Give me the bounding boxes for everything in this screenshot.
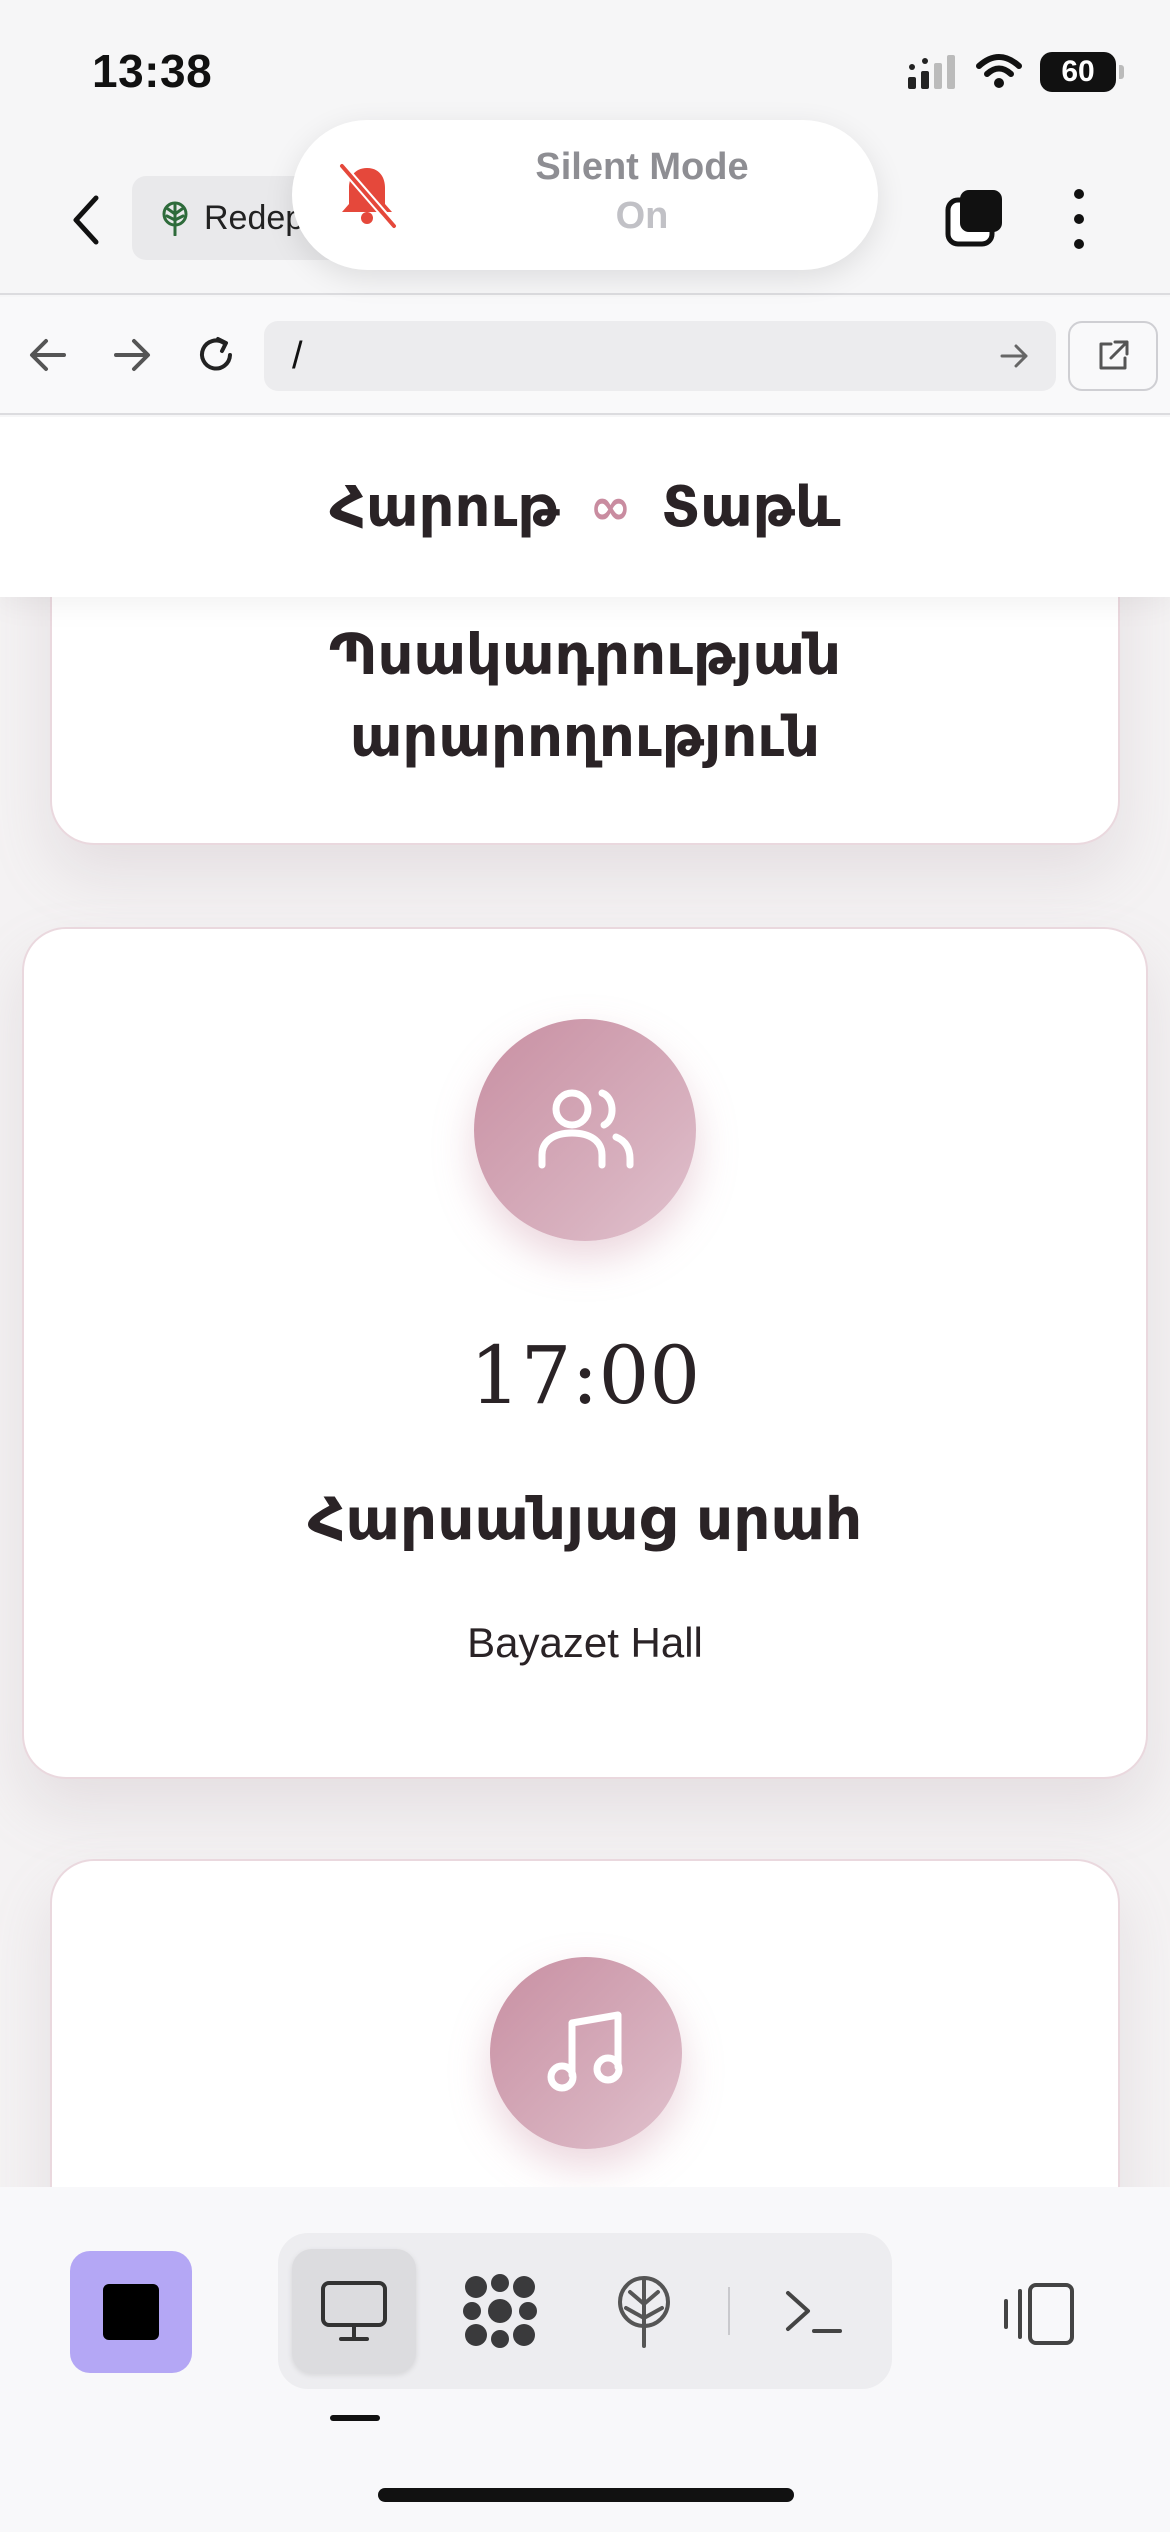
bottom-toolbar xyxy=(0,2187,1170,2532)
tree-icon xyxy=(162,201,188,236)
reload-icon[interactable] xyxy=(194,333,238,377)
status-time: 13:38 xyxy=(92,45,213,97)
url-text: / xyxy=(292,334,303,377)
tree-icon xyxy=(618,2276,670,2348)
site-header: Հարութ ∞ Տաթև xyxy=(0,417,1170,597)
back-chevron-icon[interactable] xyxy=(66,190,106,250)
url-input[interactable]: / xyxy=(264,321,1056,391)
tabs-icon[interactable] xyxy=(944,188,1004,248)
event-title: Հարսանյաց սրահ xyxy=(307,1485,863,1553)
silent-mode-title: Silent Mode xyxy=(535,146,749,188)
tool-separator xyxy=(728,2287,730,2335)
open-external-button[interactable] xyxy=(1068,321,1158,391)
web-viewport: Հարութ ∞ Տաթև Պսակադրության արարողությու… xyxy=(0,417,1170,2187)
silent-mode-banner: Silent Mode On xyxy=(292,120,878,270)
tool-group xyxy=(278,2233,892,2389)
terminal-icon xyxy=(786,2291,842,2333)
header-name-left: Հարութ xyxy=(329,474,560,540)
url-bar-row: / xyxy=(0,297,1170,415)
active-tool-indicator xyxy=(330,2415,380,2421)
battery-icon: 60 xyxy=(1040,52,1124,92)
go-arrow-icon[interactable] xyxy=(998,339,1032,373)
side-panel-icon[interactable] xyxy=(1000,2279,1076,2349)
header-name-right: Տաթև xyxy=(661,474,841,540)
event-time: 17:00 xyxy=(469,1329,701,1422)
wifi-icon xyxy=(976,54,1022,88)
silent-mode-state: On xyxy=(615,195,669,237)
home-indicator[interactable] xyxy=(378,2488,794,2502)
terminal-tool-button[interactable] xyxy=(752,2249,876,2373)
ceremony-title-line1: Պսակադրության xyxy=(328,623,842,688)
bell-slash-icon xyxy=(338,162,398,230)
desktop-tool-button[interactable] xyxy=(292,2249,416,2373)
event-venue: Bayazet Hall xyxy=(467,1619,703,1666)
tab-label: Redep xyxy=(204,198,305,237)
music-note-icon xyxy=(547,2011,623,2092)
music-icon-circle xyxy=(490,1957,682,2149)
arrow-left-icon[interactable] xyxy=(26,333,70,377)
ceremony-title-line2: արարողություն xyxy=(349,705,821,770)
stop-icon xyxy=(103,2284,159,2340)
event-card-reception: 17:00 Հարսանյաց սրահ Bayazet Hall xyxy=(22,927,1148,1779)
people-icon-circle xyxy=(474,1019,696,1241)
battery-level: 60 xyxy=(1061,55,1095,88)
people-icon xyxy=(538,1089,634,1169)
status-bar: 13:38 60 xyxy=(0,0,1170,140)
open-external-icon xyxy=(1099,340,1129,370)
tree-tool-button[interactable] xyxy=(582,2249,706,2373)
grid-app-button[interactable] xyxy=(438,2249,562,2373)
silent-text: Silent Mode On xyxy=(472,146,812,238)
more-icon[interactable] xyxy=(1062,184,1096,254)
header-infinity-symbol: ∞ xyxy=(589,478,632,536)
arrow-right-icon[interactable] xyxy=(110,333,154,377)
desktop-icon xyxy=(321,2281,387,2341)
grid-app-icon xyxy=(463,2274,537,2348)
status-icons: 60 xyxy=(906,52,1124,92)
ceremony-title: Պսակադրության արարողություն xyxy=(52,615,1118,779)
stop-button[interactable] xyxy=(70,2251,192,2373)
cellular-signal-icon xyxy=(908,55,955,89)
event-card-music xyxy=(50,1859,1120,2187)
